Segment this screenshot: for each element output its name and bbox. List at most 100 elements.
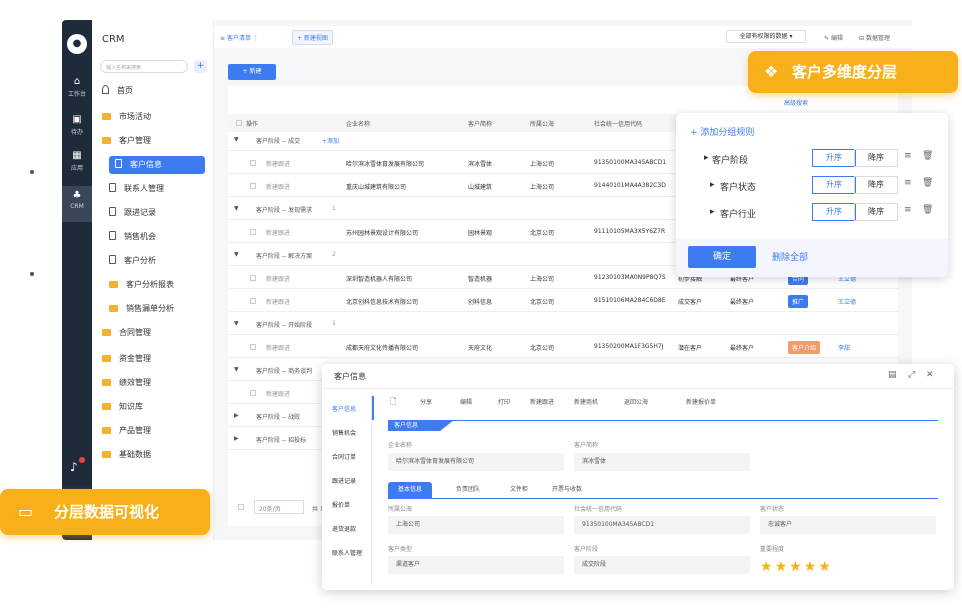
sidebar-item[interactable]: 基础数据 xyxy=(102,446,151,464)
data-manage-button[interactable]: ⊟ 数据管理 xyxy=(859,33,890,42)
edit-label: 编辑 xyxy=(830,35,843,42)
sidebar-item[interactable]: 绩效管理 xyxy=(102,374,151,392)
detail-tab[interactable]: 报价单 xyxy=(332,500,350,509)
expand-arrow-icon[interactable]: ▼ xyxy=(234,320,239,327)
expand-arrow-icon[interactable]: ▶ xyxy=(234,435,239,442)
new-followup-link[interactable]: 新建跟进 xyxy=(266,159,290,168)
detail-subtab[interactable]: 开票与收数 xyxy=(542,482,592,498)
detail-action-button[interactable]: 打印 xyxy=(498,397,510,406)
select-all-checkbox[interactable] xyxy=(238,504,244,510)
row-checkbox[interactable] xyxy=(250,183,256,189)
new-customer-button[interactable]: + 新建 xyxy=(228,64,276,80)
owner-link[interactable]: 李甜 xyxy=(838,343,850,352)
sidebar-search-input[interactable]: 输入名称来搜索 xyxy=(100,60,188,73)
edit-button[interactable]: ✎ 编辑 xyxy=(824,33,843,42)
row-checkbox[interactable] xyxy=(250,160,256,166)
sidebar-item[interactable]: 首页 xyxy=(102,82,133,100)
detail-action-button[interactable]: 新建跟进 xyxy=(530,397,554,406)
sidebar-item[interactable]: 客户信息 xyxy=(109,156,205,174)
delete-icon[interactable]: 🗑 xyxy=(922,151,933,161)
expand-icon[interactable]: ⤢ xyxy=(908,370,915,380)
advanced-search-button[interactable]: 高级搜索 xyxy=(784,98,808,107)
expand-arrow-icon[interactable]: ▼ xyxy=(234,366,239,373)
add-group-rule-button[interactable]: + 添加分组规则 xyxy=(690,125,754,138)
user-avatar[interactable]: ● xyxy=(67,34,87,54)
detail-subtab[interactable]: 文件柜 xyxy=(500,482,538,498)
new-followup-link[interactable]: 新建跟进 xyxy=(266,274,290,283)
pagesize-select[interactable]: 20条/页 xyxy=(254,500,304,514)
detail-action-button[interactable]: 分享 xyxy=(420,397,432,406)
drag-handle-icon[interactable]: ≡ xyxy=(904,178,912,188)
sidebar-item[interactable]: 知识库 xyxy=(102,398,143,416)
sidebar-add-button[interactable]: + xyxy=(194,60,207,73)
new-followup-link[interactable]: 新建跟进 xyxy=(266,343,290,352)
detail-tab[interactable]: 合同订单 xyxy=(332,452,356,461)
sidebar-item[interactable]: 市场活动 xyxy=(102,108,151,126)
sidebar-item[interactable]: 资金管理 xyxy=(102,350,151,368)
tab-customer-list[interactable]: ≡ 客户清单 ⋮ xyxy=(220,33,259,42)
sort-desc-button[interactable]: 降序 xyxy=(854,149,898,167)
new-followup-link[interactable]: 新建跟进 xyxy=(266,182,290,191)
sidebar-item[interactable]: 合同管理 xyxy=(102,324,151,342)
sidebar-item[interactable]: 销售机会 xyxy=(109,228,156,246)
rail-crm[interactable]: ♣ CRM xyxy=(62,186,92,222)
row-checkbox[interactable] xyxy=(250,344,256,350)
detail-action-button[interactable]: 新建报价单 xyxy=(686,397,716,406)
rail-todo[interactable]: ▣ 待办 xyxy=(62,114,92,136)
sidebar-item[interactable]: 联系人管理 xyxy=(109,180,164,198)
rail-apps[interactable]: ▦ 应用 xyxy=(62,150,92,172)
new-followup-link[interactable]: 新建跟进 xyxy=(266,389,290,398)
expand-arrow-icon[interactable]: ▼ xyxy=(234,251,239,258)
new-view-button[interactable]: + 新建视图 xyxy=(292,30,333,45)
bell-icon[interactable]: ♪ xyxy=(70,460,78,474)
detail-action-button[interactable]: 新建商机 xyxy=(574,397,598,406)
detail-action-button[interactable]: 返回公海 xyxy=(624,397,648,406)
confirm-button[interactable]: 确定 xyxy=(688,246,756,268)
row-checkbox[interactable] xyxy=(250,229,256,235)
group-rule-label: 客户状态 xyxy=(720,183,757,193)
detail-subtab[interactable]: 基本信息 xyxy=(388,482,433,498)
row-checkbox[interactable] xyxy=(250,298,256,304)
sidebar-item[interactable]: 产品管理 xyxy=(102,422,151,440)
sort-asc-button[interactable]: 升序 xyxy=(812,176,856,194)
new-followup-link[interactable]: 新建跟进 xyxy=(266,228,290,237)
sidebar-item[interactable]: 跟进记录 xyxy=(109,204,156,222)
detail-tab[interactable]: 联系人管理 xyxy=(332,548,362,557)
group-add-link[interactable]: +添加 xyxy=(322,136,339,145)
tab-label: 客户清单 xyxy=(226,35,251,42)
row-checkbox[interactable] xyxy=(250,275,256,281)
expand-arrow-icon[interactable]: ▼ xyxy=(234,205,239,212)
expand-arrow-icon[interactable]: ▶ xyxy=(234,412,239,419)
header-checkbox[interactable] xyxy=(236,120,242,126)
close-icon[interactable]: ✕ xyxy=(926,370,934,380)
print-icon[interactable]: ▤ xyxy=(888,370,897,380)
credit-code-cell: 91230103MA0N9P8Q7S xyxy=(594,274,666,281)
rail-workbench[interactable]: ⌂ 工作台 xyxy=(62,76,92,98)
detail-subtab[interactable]: 负责团队 xyxy=(446,482,490,498)
detail-tab[interactable]: 退货退款 xyxy=(332,524,356,533)
sort-desc-button[interactable]: 降序 xyxy=(854,176,898,194)
sidebar-item[interactable]: 销售漏单分析 xyxy=(109,300,174,318)
delete-icon[interactable]: 🗑 xyxy=(922,205,933,215)
clear-all-button[interactable]: 删除全部 xyxy=(772,250,808,263)
sort-asc-button[interactable]: 升序 xyxy=(812,203,856,221)
expand-arrow-icon[interactable]: ▼ xyxy=(234,136,239,143)
sidebar-item[interactable]: 客户分析报表 xyxy=(109,276,174,294)
detail-tab[interactable]: 销售机会 xyxy=(332,428,356,437)
sort-asc-button[interactable]: 升序 xyxy=(812,149,856,167)
detail-action-button[interactable]: 编辑 xyxy=(460,397,472,406)
drag-handle-icon[interactable]: ≡ xyxy=(904,151,912,161)
delete-icon[interactable]: 🗑 xyxy=(922,178,933,188)
sort-desc-button[interactable]: 降序 xyxy=(854,203,898,221)
sidebar-item[interactable]: 客户分析 xyxy=(109,252,156,270)
detail-tab[interactable]: 客户信息 xyxy=(332,404,356,413)
drag-handle-icon[interactable]: ≡ xyxy=(904,205,912,215)
sidebar-item-label: 合同管理 xyxy=(119,328,151,337)
sidebar-item[interactable]: 客户管理 xyxy=(102,132,151,150)
row-checkbox[interactable] xyxy=(250,390,256,396)
owner-link[interactable]: 王立德 xyxy=(838,297,856,306)
scope-select[interactable]: 全部有权限的数据 ▾ xyxy=(726,30,806,43)
detail-tab[interactable]: 跟进记录 xyxy=(332,476,356,485)
new-followup-link[interactable]: 新建跟进 xyxy=(266,297,290,306)
company-name-cell: 苏州园林景观设计有限公司 xyxy=(346,230,419,237)
